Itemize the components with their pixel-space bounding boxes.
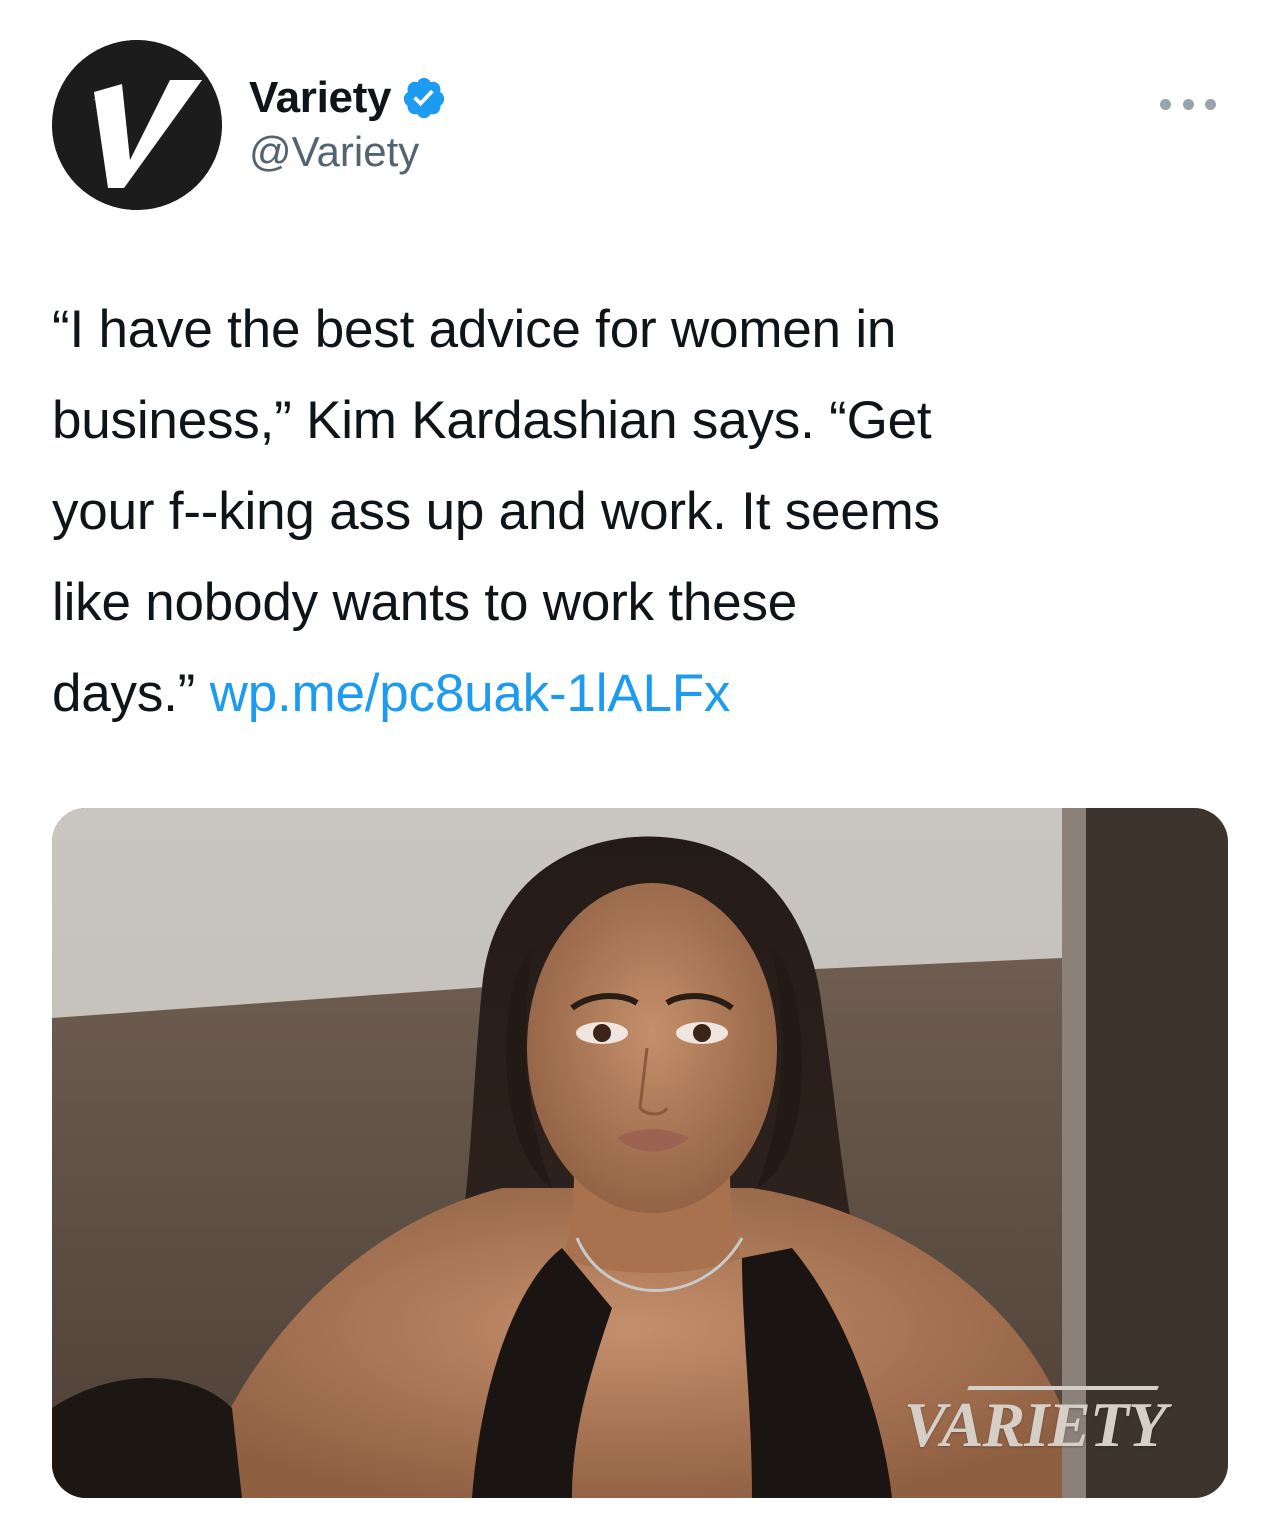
- tweet-line-text: days.”: [52, 664, 210, 723]
- tweet-line: “I have the best advice for women in: [52, 300, 897, 359]
- display-name[interactable]: Variety: [249, 73, 392, 123]
- tweet-line: your f--king ass up and work. It seems: [52, 482, 940, 541]
- tweet-header: Variety @Variety: [52, 40, 1228, 212]
- avatar[interactable]: [52, 40, 222, 210]
- tweet-line: business,” Kim Kardashian says. “Get: [52, 391, 932, 450]
- tweet-line-last: days.” wp.me/pc8uak-1lALFx: [52, 648, 1242, 739]
- tweet-card: Variety @Variety “I have the best advice…: [0, 0, 1280, 1530]
- display-name-row: Variety: [249, 70, 447, 126]
- verified-badge-icon: [401, 75, 447, 121]
- tweet-text: “I have the best advice for women in bus…: [52, 284, 1242, 739]
- more-dot: [1182, 98, 1194, 110]
- variety-watermark: VARIETY: [903, 1389, 1167, 1460]
- more-options-icon[interactable]: [1160, 94, 1216, 114]
- account-names: Variety @Variety: [249, 70, 447, 176]
- variety-logo-icon: [52, 40, 222, 210]
- account-handle[interactable]: @Variety: [249, 128, 447, 176]
- more-dot: [1160, 98, 1171, 110]
- tweet-line: like nobody wants to work these: [52, 573, 798, 632]
- tweet-media-photo[interactable]: VARIETY: [52, 808, 1228, 1498]
- more-dot: [1205, 98, 1216, 110]
- article-link[interactable]: wp.me/pc8uak-1lALFx: [210, 664, 731, 723]
